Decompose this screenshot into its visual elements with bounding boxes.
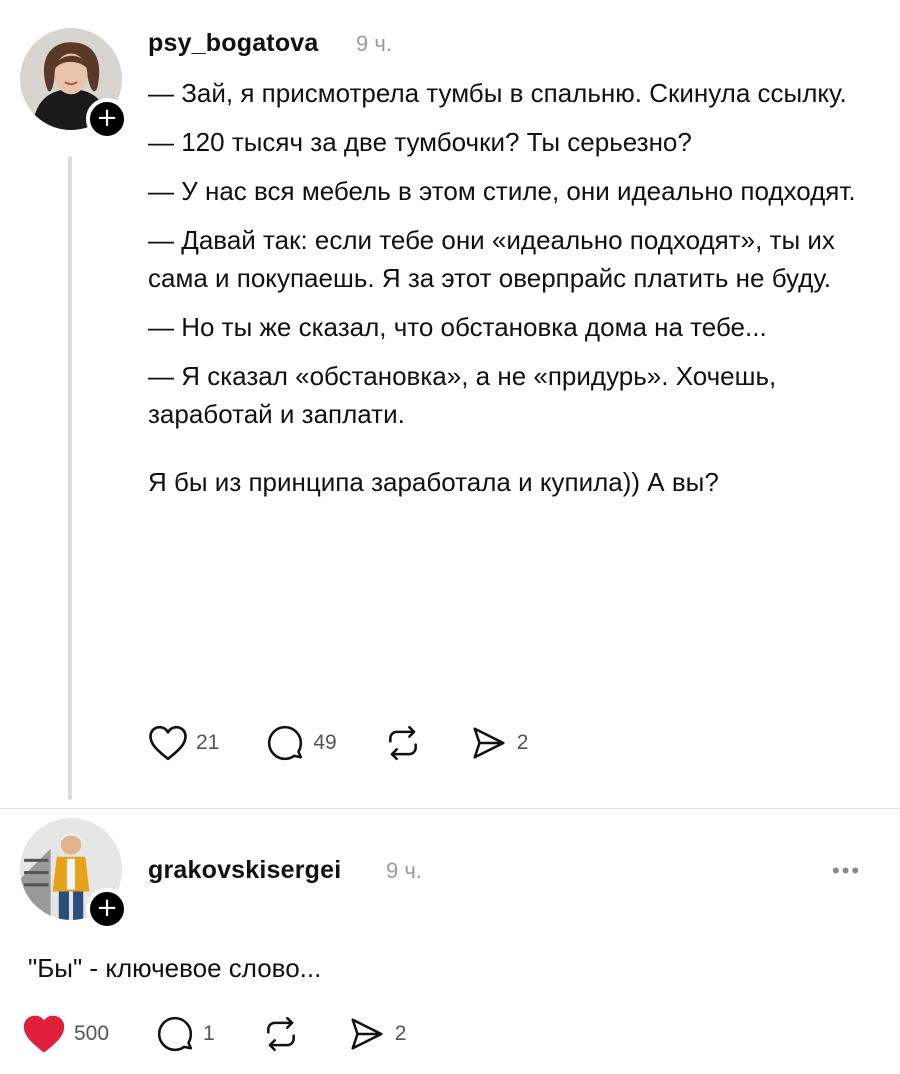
post-author-username[interactable]: psy_bogatova (148, 29, 319, 58)
send-icon (351, 1018, 383, 1050)
post-paragraph: — Давай так: если тебе они «идеально под… (148, 225, 835, 293)
comment-count: 49 (313, 731, 337, 754)
like-count: 500 (74, 1022, 110, 1045)
like-button[interactable]: 21 (148, 724, 219, 762)
comment-bubble-icon (157, 1016, 193, 1052)
post-paragraph: — 120 тысяч за две тумбочки? Ты серьезно… (148, 127, 692, 157)
reply-author-username[interactable]: grakovskisergei (148, 856, 341, 885)
post-paragraph: — Зай, я присмотрела тумбы в спальню. Ск… (148, 78, 847, 108)
repost-icon (388, 725, 417, 761)
send-icon (473, 727, 505, 759)
comment-bubble-icon (268, 725, 303, 761)
repost-icon (266, 1016, 295, 1052)
thread-line (68, 156, 72, 800)
post-actions: 21 49 2 (148, 724, 574, 762)
post-divider (0, 808, 900, 809)
post-body: — Зай, я присмотрела тумбы в спальню. Ск… (148, 74, 868, 512)
post-paragraph: — Но ты же сказал, что обстановка дома н… (148, 312, 767, 342)
like-button[interactable]: 500 (22, 1014, 109, 1054)
post-paragraph: — Я сказал «обстановка», а не «придурь».… (148, 361, 777, 429)
share-count: 2 (516, 731, 529, 754)
more-options-button[interactable]: ••• (832, 858, 861, 884)
comment-button[interactable]: 1 (155, 1015, 215, 1053)
heart-icon (23, 1015, 65, 1053)
share-button[interactable]: 2 (347, 1015, 407, 1053)
share-button[interactable]: 2 (469, 724, 529, 762)
follow-button[interactable]: + (86, 98, 128, 140)
follow-button[interactable]: + (86, 888, 128, 930)
post-paragraph: — У нас вся мебель в этом стиле, они иде… (148, 176, 856, 206)
comment-button[interactable]: 49 (265, 724, 337, 762)
post-timestamp: 9 ч. (356, 31, 392, 56)
share-count: 2 (394, 1022, 407, 1045)
reply-timestamp: 9 ч. (386, 858, 422, 883)
reply-body: "Бы" - ключевое слово... (28, 953, 322, 983)
comment-count: 1 (203, 1022, 215, 1045)
reply-actions: 500 1 2 (22, 1014, 452, 1054)
post-paragraph: Я бы из принципа заработала и купила)) А… (148, 467, 719, 497)
repost-button[interactable] (261, 1015, 301, 1053)
like-count: 21 (196, 731, 220, 754)
heart-icon (149, 725, 187, 761)
repost-button[interactable] (383, 724, 423, 762)
